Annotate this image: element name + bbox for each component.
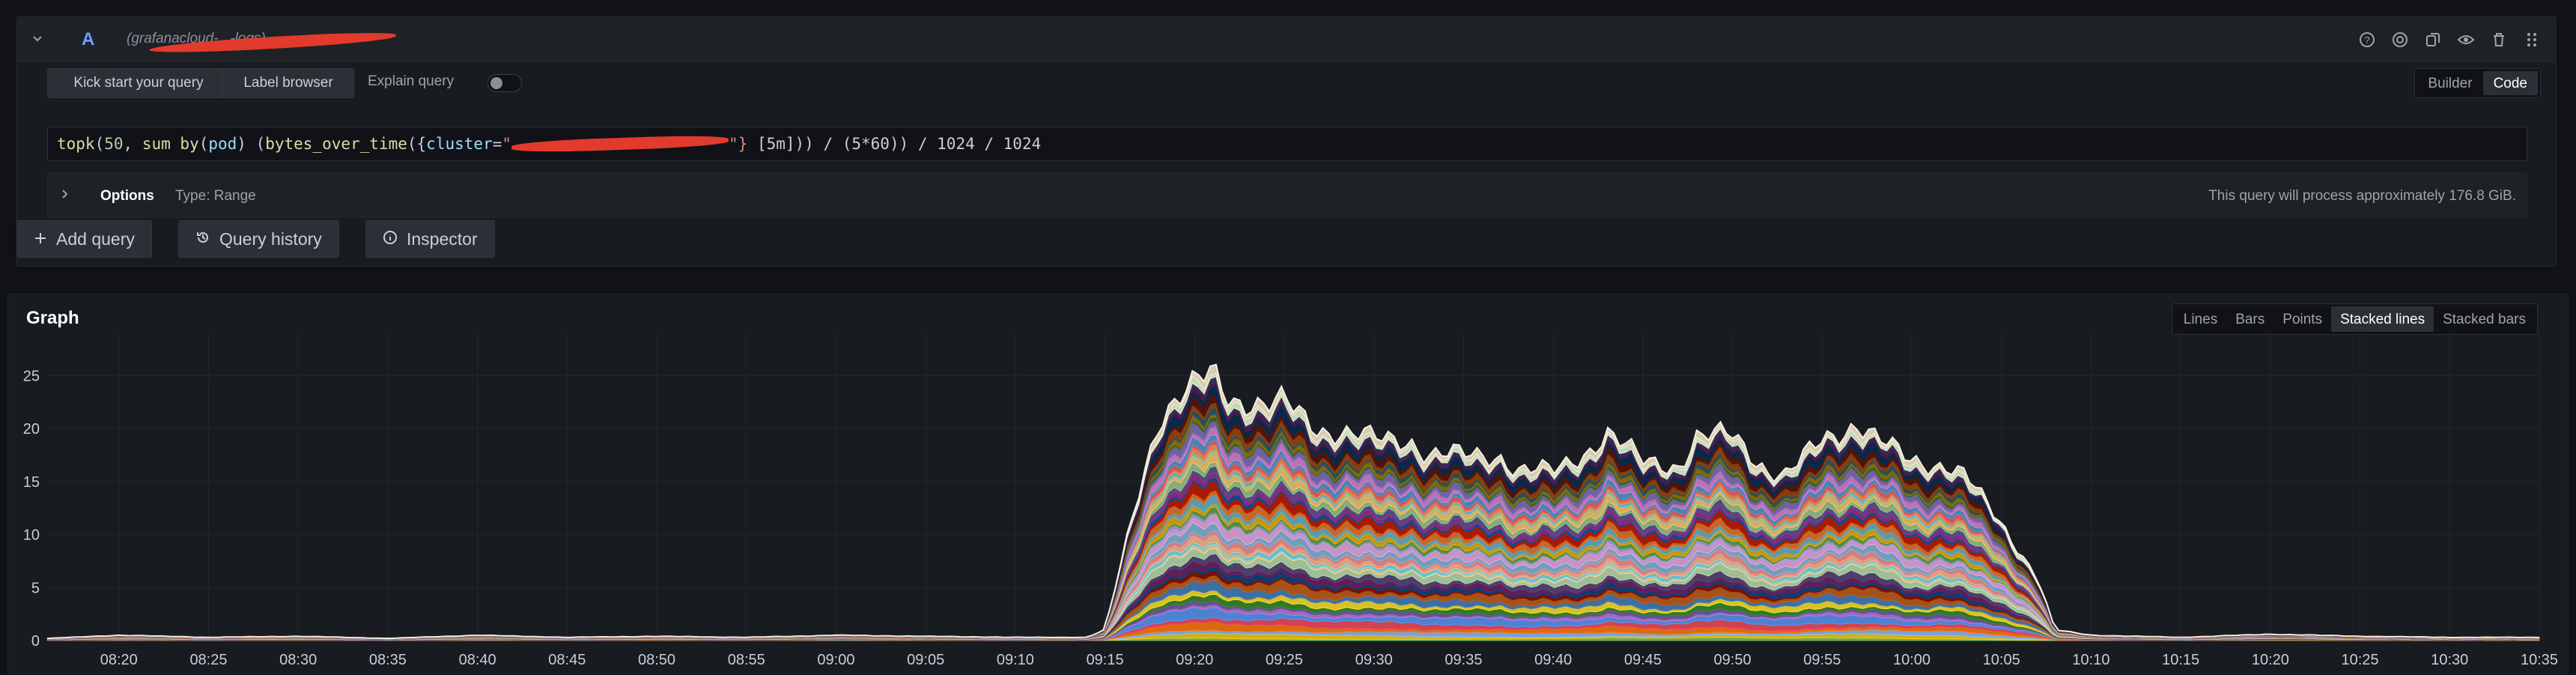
code-token: sum by — [142, 135, 199, 153]
x-tick-label: 08:55 — [728, 652, 765, 668]
x-tick-label: 09:45 — [1624, 652, 1662, 668]
x-tick-label: 09:50 — [1714, 652, 1752, 668]
x-tick-label: 09:15 — [1087, 652, 1124, 668]
code-token: = — [492, 135, 502, 153]
x-tick-label: 08:20 — [100, 652, 138, 668]
query-history-label: Query history — [219, 228, 322, 249]
redaction-mark — [511, 133, 729, 154]
target-icon[interactable] — [2388, 28, 2412, 52]
x-tick-label: 09:30 — [1355, 652, 1393, 668]
trash-icon[interactable] — [2487, 28, 2511, 52]
inspector-button[interactable]: Inspector — [365, 220, 495, 258]
add-query-button[interactable]: Add query — [16, 220, 152, 258]
plus-icon — [34, 229, 47, 249]
toggle-knob — [490, 77, 502, 89]
options-type: Type: Range — [175, 188, 256, 204]
x-tick-label: 08:45 — [548, 652, 586, 668]
x-tick-label: 08:30 — [279, 652, 317, 668]
x-tick-label: 09:40 — [1534, 652, 1572, 668]
options-label: Options — [100, 188, 154, 204]
x-tick-label: 10:25 — [2342, 652, 2379, 668]
chevron-right-icon[interactable] — [60, 189, 70, 203]
code-token: 50 — [104, 135, 124, 153]
y-tick-label: 10 — [23, 527, 40, 544]
code-token: " — [502, 135, 511, 153]
query-header: A (grafanacloud-...-logs) ? — [17, 17, 2556, 62]
code-token: ( — [198, 135, 209, 153]
x-tick-label: 09:10 — [997, 652, 1034, 668]
editor-mode-switch: Builder Code — [2414, 68, 2541, 98]
code-token: pod — [208, 135, 237, 153]
query-row-actions: ? — [2355, 28, 2544, 52]
code-token: ( — [94, 135, 105, 153]
add-query-label: Add query — [56, 228, 135, 249]
x-tick-label: 10:35 — [2521, 652, 2558, 668]
label-browser-button[interactable]: Label browser — [222, 68, 354, 98]
y-tick-label: 25 — [23, 368, 40, 384]
svg-text:?: ? — [2364, 34, 2369, 46]
explain-query-toggle[interactable] — [487, 74, 522, 92]
x-tick-label: 08:25 — [189, 652, 227, 668]
x-tick-label: 10:05 — [1983, 652, 2020, 668]
mode-code-option[interactable]: Code — [2482, 71, 2538, 95]
x-tick-label: 08:50 — [638, 652, 675, 668]
x-tick-label: 10:10 — [2072, 652, 2109, 668]
code-token: "} — [729, 135, 748, 153]
x-tick-label: 09:05 — [907, 652, 944, 668]
x-tick-label: 09:25 — [1266, 652, 1303, 668]
kickstart-button[interactable]: Kick start your query — [47, 68, 230, 98]
query-options-row[interactable]: Options Type: Range This query will proc… — [47, 173, 2527, 218]
y-tick-label: 15 — [23, 474, 40, 491]
x-tick-label: 08:35 — [369, 652, 407, 668]
code-token: [5m])) / (5*60)) / 1024 / 1024 — [747, 135, 1042, 153]
y-tick-label: 0 — [31, 633, 40, 650]
code-token: bytes_over_time — [265, 135, 407, 153]
inspector-label: Inspector — [407, 228, 478, 249]
query-code-editor[interactable]: topk(50, sum by(pod) (bytes_over_time({c… — [47, 127, 2527, 161]
y-tick-label: 20 — [23, 421, 40, 438]
code-token: ) ( — [237, 135, 266, 153]
query-size-info: This query will process approximately 17… — [2208, 188, 2516, 204]
drag-icon[interactable] — [2520, 28, 2544, 52]
x-tick-label: 10:30 — [2431, 652, 2468, 668]
collapse-chevron-icon[interactable] — [28, 29, 47, 49]
x-tick-label: 10:20 — [2252, 652, 2289, 668]
code-token: cluster — [426, 135, 493, 153]
x-tick-label: 08:40 — [459, 652, 496, 668]
x-tick-label: 09:55 — [1803, 652, 1841, 668]
copy-icon[interactable] — [2421, 28, 2445, 52]
x-tick-label: 10:15 — [2162, 652, 2199, 668]
x-tick-label: 09:20 — [1176, 652, 1213, 668]
x-tick-label: 09:00 — [817, 652, 854, 668]
mode-builder-option[interactable]: Builder — [2417, 71, 2482, 95]
y-tick-label: 5 — [31, 580, 40, 596]
code-token: , — [123, 135, 142, 153]
x-tick-label: 10:00 — [1893, 652, 1931, 668]
graph-panel: Graph Lines Bars Points Stacked lines St… — [7, 294, 2569, 674]
history-icon — [195, 229, 210, 249]
query-ref-id[interactable]: A — [82, 29, 94, 50]
code-token: ({ — [407, 135, 427, 153]
info-icon — [383, 229, 398, 249]
explain-query-label: Explain query — [368, 73, 455, 89]
stacked-lines-chart[interactable]: 0 5 10 15 20 25 08:20 08:25 08:30 08:35 08:40 08:45… — [8, 294, 2569, 675]
eye-icon[interactable] — [2454, 28, 2478, 52]
x-tick-label: 09:35 — [1445, 652, 1482, 668]
help-icon[interactable]: ? — [2355, 28, 2379, 52]
code-token: topk — [57, 135, 95, 153]
query-history-button[interactable]: Query history — [178, 220, 339, 258]
